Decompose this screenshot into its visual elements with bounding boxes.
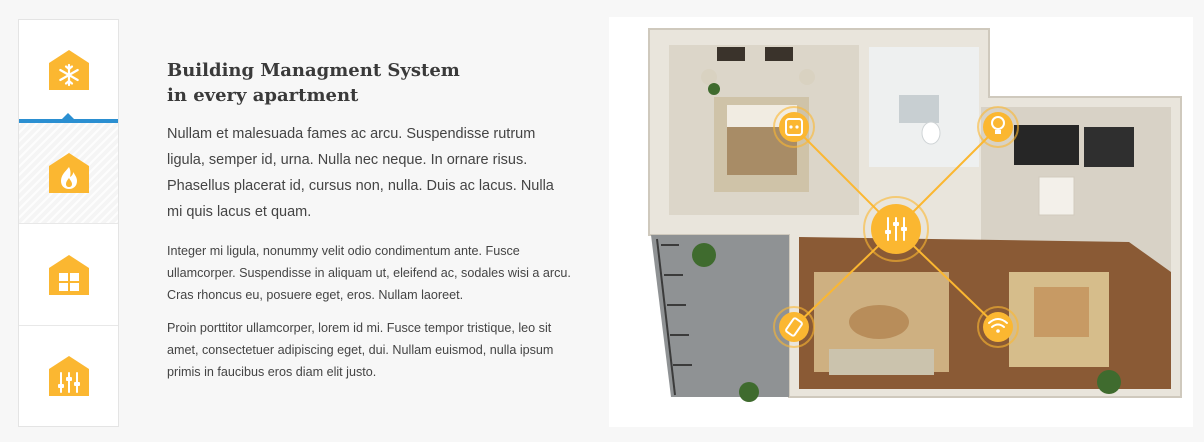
sliders-icon (48, 356, 89, 396)
lead-paragraph: Nullam et malesuada fames ac arcu. Suspe… (167, 126, 554, 220)
lightbulb-marker (977, 106, 1019, 148)
wifi-marker (977, 306, 1019, 348)
remote-marker (773, 306, 815, 348)
tab-heating[interactable] (19, 123, 118, 224)
title-line-2: in every apartment (167, 85, 359, 106)
socket-marker (773, 106, 815, 148)
tab-windows[interactable] (19, 224, 118, 326)
window-icon (48, 254, 89, 295)
floor-plan-illustration (648, 28, 1182, 402)
control-hub-marker (863, 196, 929, 262)
section-title: Building Managment System in every apart… (167, 58, 547, 108)
snowflake-icon (48, 50, 89, 90)
body-paragraph-2: Proin porttitor ullamcorper, lorem id mi… (167, 321, 554, 379)
apartment-floor-plan-image (609, 17, 1193, 427)
feature-tabs (18, 19, 119, 427)
title-line-1: Building Managment System (167, 60, 460, 81)
tab-controls[interactable] (19, 326, 118, 426)
flame-icon (48, 153, 89, 193)
tab-cooling[interactable] (19, 20, 118, 120)
body-paragraph-1: Integer mi ligula, nonummy velit odio co… (167, 244, 571, 302)
